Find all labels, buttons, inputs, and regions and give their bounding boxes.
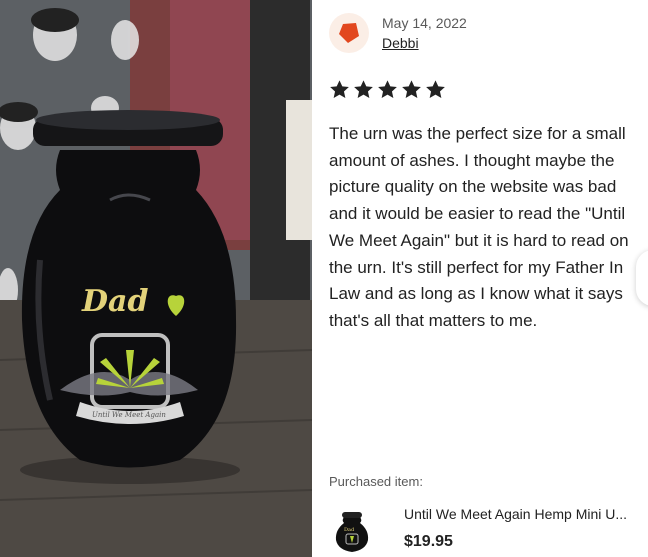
reviewer-name-link[interactable]: Debbi (382, 35, 419, 51)
urn-label: Dad (81, 284, 148, 319)
review-date: May 14, 2022 (382, 15, 467, 31)
item-price: $19.95 (404, 533, 453, 550)
item-thumbnail-image: Dad (329, 506, 375, 554)
reviewer-avatar[interactable] (329, 13, 369, 53)
urn-photo-illustration: Dad Until We Meet Again (0, 0, 312, 557)
review-panel: May 14, 2022 Debbi The urn was the perfe… (312, 0, 648, 557)
purchased-item-link[interactable]: Dad Until We Meet Again Hemp Mini U... $… (329, 500, 648, 557)
star-icon (330, 80, 349, 98)
review-text: The urn was the perfect size for a small… (329, 124, 629, 330)
next-review-button[interactable] (636, 250, 648, 306)
urn-ribbon-text: Until We Meet Again (92, 411, 166, 419)
svg-text:Dad: Dad (344, 527, 355, 533)
star-icon (426, 80, 445, 98)
star-icon (402, 80, 421, 98)
purchased-item-label: Purchased item: (329, 474, 423, 489)
star-rating (329, 79, 446, 100)
pentagon-avatar-icon (339, 23, 359, 43)
item-title: Until We Meet Again Hemp Mini U... (404, 506, 628, 522)
star-icon (378, 80, 397, 98)
review-photo[interactable]: Dad Until We Meet Again (0, 0, 312, 557)
star-icon (354, 80, 373, 98)
